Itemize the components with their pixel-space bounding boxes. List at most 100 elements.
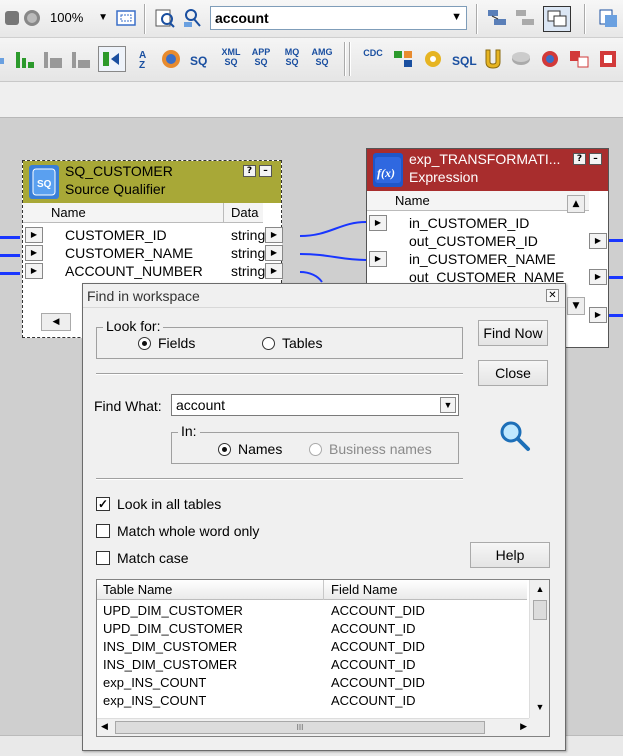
toolbar-icon-c[interactable] xyxy=(543,6,571,32)
vertical-scrollbar[interactable]: ▲ ▼ xyxy=(529,580,549,718)
match-case-checkbox[interactable] xyxy=(96,551,110,565)
output-port-icon[interactable]: ▶ xyxy=(265,263,283,279)
table-row[interactable]: exp_INS_COUNT ACCOUNT_ID xyxy=(97,692,527,710)
fields-label[interactable]: Fields xyxy=(158,335,195,351)
chevron-down-icon[interactable]: ▼ xyxy=(451,11,462,23)
results-list[interactable]: Table Name Field Name UPD_DIM_CUSTOMER A… xyxy=(96,579,550,737)
tables-label[interactable]: Tables xyxy=(282,335,322,351)
output-port-icon[interactable]: ▶ xyxy=(589,233,607,249)
dialog-titlebar[interactable]: Find in workspace ✕ xyxy=(83,284,565,308)
aggregator-icon[interactable] xyxy=(14,48,36,70)
help-button[interactable]: ? xyxy=(573,153,586,165)
source-qualifier-button[interactable]: SQ xyxy=(190,54,207,68)
xml-sq-button[interactable]: XML SQ xyxy=(218,47,244,67)
match-whole-word-label[interactable]: Match whole word only xyxy=(117,523,259,539)
exp-header[interactable]: f(x) exp_TRANSFORMATI... Expression ? – xyxy=(367,149,608,191)
sorter-icon[interactable] xyxy=(70,48,92,70)
col-name-header[interactable]: Name xyxy=(51,205,86,220)
table-row[interactable]: exp_INS_COUNT ACCOUNT_DID xyxy=(97,674,527,692)
port-row[interactable]: ▶ ACCOUNT_NUMBER string xyxy=(23,263,265,281)
fit-window-icon[interactable] xyxy=(115,7,137,29)
toolbar-icon-d[interactable] xyxy=(597,7,619,29)
zoom-icon[interactable] xyxy=(22,8,44,30)
find-in-workspace-icon[interactable] xyxy=(182,7,204,29)
toolbar-icon-b[interactable] xyxy=(514,7,536,29)
scroll-left-button[interactable]: ◀ xyxy=(41,313,71,331)
input-port-icon[interactable]: ▶ xyxy=(25,263,43,279)
business-names-radio[interactable] xyxy=(309,443,322,456)
amg-sq-button[interactable]: AMG SQ xyxy=(309,47,335,67)
help-button[interactable]: Help xyxy=(470,542,550,568)
look-all-tables-checkbox[interactable]: ✓ xyxy=(96,497,110,511)
input-port-icon[interactable]: ▶ xyxy=(369,215,387,231)
zoom-dropdown[interactable]: 100% ▼ xyxy=(48,8,108,28)
find-now-button[interactable]: Find Now xyxy=(478,320,548,346)
gear-icon[interactable] xyxy=(422,48,444,70)
find-icon[interactable] xyxy=(154,7,176,29)
lookup-icon[interactable] xyxy=(160,48,182,70)
update-strategy-icon[interactable] xyxy=(482,48,504,70)
table-row[interactable]: UPD_DIM_CUSTOMER ACCOUNT_ID xyxy=(97,620,527,638)
transaction-control-icon[interactable] xyxy=(597,48,619,70)
table-name-header[interactable]: Table Name xyxy=(103,582,172,597)
sq-customer-header[interactable]: SQ SQ_CUSTOMER Source Qualifier ? – xyxy=(23,161,281,203)
port-row[interactable]: ▶ in_CUSTOMER_NAME xyxy=(367,251,589,269)
sql-button[interactable]: SQL xyxy=(452,54,477,68)
input-port-icon[interactable]: ▶ xyxy=(369,251,387,267)
table-row[interactable]: UPD_DIM_CUSTOMER ACCOUNT_DID xyxy=(97,602,527,620)
cdc-button[interactable]: CDC xyxy=(360,48,386,58)
find-what-combo[interactable]: account ▼ xyxy=(171,394,459,416)
close-button[interactable]: Close xyxy=(478,360,548,386)
close-icon[interactable]: ✕ xyxy=(546,289,559,302)
minimize-button[interactable]: – xyxy=(259,165,272,177)
column-divider[interactable] xyxy=(323,580,324,600)
port-row[interactable]: ▶ CUSTOMER_NAME string xyxy=(23,245,265,263)
link-line xyxy=(609,314,623,317)
output-port-icon[interactable]: ▶ xyxy=(265,227,283,243)
output-port-icon[interactable]: ▶ xyxy=(589,269,607,285)
scroll-left-arrow[interactable]: ◀ xyxy=(101,721,108,732)
input-port-icon[interactable]: ▶ xyxy=(25,245,43,261)
router-icon[interactable] xyxy=(98,46,126,72)
scroll-up-arrow[interactable]: ▲ xyxy=(532,582,548,596)
horizontal-scrollbar[interactable]: ◀ III ▶ xyxy=(97,718,531,736)
joiner-icon[interactable] xyxy=(568,48,590,70)
normalizer-icon[interactable] xyxy=(539,48,561,70)
port-row[interactable]: ▶ in_CUSTOMER_ID xyxy=(367,215,589,233)
app-sq-button[interactable]: APP SQ xyxy=(248,47,274,67)
output-port-icon[interactable]: ▶ xyxy=(265,245,283,261)
mq-sq-button[interactable]: MQ SQ xyxy=(279,47,305,67)
col-name-header[interactable]: Name xyxy=(395,193,430,208)
hand-tool-icon[interactable] xyxy=(2,8,24,30)
names-radio[interactable] xyxy=(218,443,231,456)
scroll-down-button[interactable]: ▼ xyxy=(567,297,585,315)
rank-icon[interactable] xyxy=(42,48,64,70)
look-all-tables-label[interactable]: Look in all tables xyxy=(117,496,221,512)
chevron-down-icon[interactable]: ▼ xyxy=(440,397,456,413)
scroll-down-arrow[interactable]: ▼ xyxy=(532,700,548,714)
scroll-up-button[interactable]: ▲ xyxy=(567,195,585,213)
help-button[interactable]: ? xyxy=(243,165,256,177)
tables-radio[interactable] xyxy=(262,337,275,350)
output-port-icon[interactable]: ▶ xyxy=(589,307,607,323)
table-row[interactable]: INS_DIM_CUSTOMER ACCOUNT_DID xyxy=(97,638,527,656)
port-row[interactable]: ▶ CUSTOMER_ID string xyxy=(23,227,265,245)
names-label[interactable]: Names xyxy=(238,441,282,457)
col-data-header[interactable]: Data xyxy=(231,205,258,220)
match-whole-word-checkbox[interactable] xyxy=(96,524,110,538)
scroll-right-arrow[interactable]: ▶ xyxy=(520,721,527,732)
match-case-label[interactable]: Match case xyxy=(117,550,189,566)
input-port-icon[interactable]: ▶ xyxy=(25,227,43,243)
table-row[interactable]: INS_DIM_CUSTOMER ACCOUNT_ID xyxy=(97,656,527,674)
workspace-search-combo[interactable]: account ▼ xyxy=(210,6,467,30)
minimize-button[interactable]: – xyxy=(589,153,602,165)
scroll-thumb[interactable] xyxy=(533,600,547,620)
field-name-header[interactable]: Field Name xyxy=(331,582,397,597)
toolbar-icon-a[interactable] xyxy=(486,7,508,29)
sequence-icon[interactable]: AZ xyxy=(134,48,156,71)
storage-icon[interactable] xyxy=(510,48,532,70)
union-icon[interactable] xyxy=(392,48,414,70)
fields-radio[interactable] xyxy=(138,337,151,350)
scroll-thumb[interactable]: III xyxy=(115,721,485,734)
port-row[interactable]: out_CUSTOMER_ID xyxy=(367,233,589,251)
